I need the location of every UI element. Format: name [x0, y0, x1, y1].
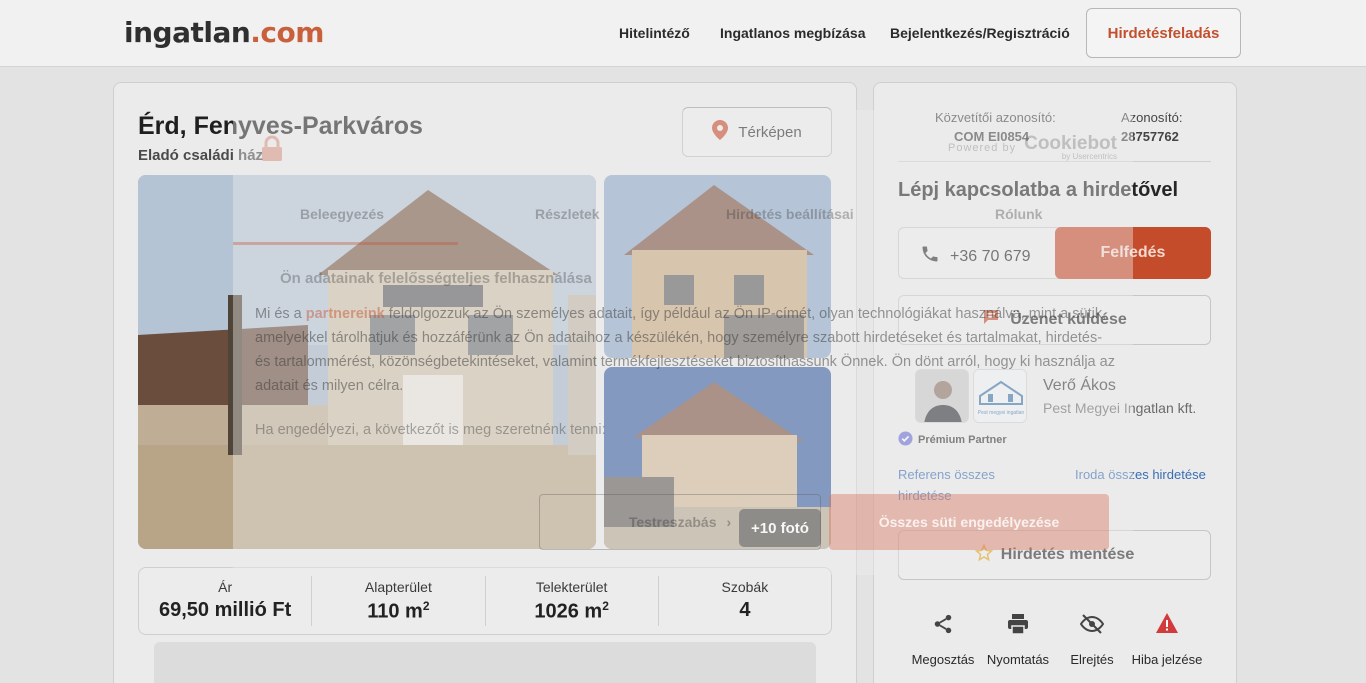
stat-label: Alapterület	[364, 579, 432, 595]
stat-rooms: Szobák 4	[659, 576, 831, 626]
tab-consent[interactable]: Beleegyezés	[300, 206, 384, 222]
cookie-lock-icon	[260, 135, 284, 166]
stat-value: 69,50 millió Ft	[158, 599, 292, 621]
customize-label: Testreszabás	[628, 514, 717, 530]
logo-text: ingatlan	[124, 16, 251, 49]
listing-bottom-placeholder	[154, 642, 816, 683]
stat-label: Szobák	[721, 579, 769, 595]
cookiebot-branding: Powered by Cookiebot by Usercentrics	[948, 134, 1117, 161]
stat-plot-area: Telekterület 1026 m2	[486, 576, 659, 626]
stat-floor-area: Alapterület 110 m2	[312, 576, 486, 626]
stat-label: Ár	[218, 579, 233, 595]
cookiebot-sub: by Usercentrics	[1061, 152, 1117, 161]
report-label: Hiba jelzése	[1131, 652, 1203, 667]
accept-all-cookies-button[interactable]: Összes süti engedélyezése	[829, 494, 1109, 550]
share-icon	[903, 612, 983, 638]
chevron-right-icon: ›	[726, 514, 732, 530]
customize-button[interactable]: Testreszabás ›	[539, 494, 821, 550]
tab-ad-settings[interactable]: Hirdetés beállításai	[726, 206, 854, 222]
cookiebot-logo: Cookiebot	[1024, 133, 1117, 154]
print-label: Nyomtatás	[986, 652, 1050, 667]
report-action[interactable]: Hiba jelzése	[1127, 612, 1207, 667]
stat-label: Telekterület	[535, 579, 608, 595]
share-label: Megosztás	[911, 652, 975, 667]
logo-domain: .com	[250, 16, 324, 49]
tab-about[interactable]: Rólunk	[995, 206, 1042, 222]
eye-off-icon	[1052, 612, 1132, 638]
hide-action[interactable]: Elrejtés	[1052, 612, 1132, 667]
stat-value: 110 m2	[367, 599, 430, 623]
powered-by-text: Powered by	[948, 141, 1017, 154]
nav-ingatlanos-megbizasa[interactable]: Ingatlanos megbízása	[720, 25, 865, 41]
print-icon	[978, 612, 1058, 638]
stat-value: 4	[739, 599, 751, 621]
cookie-second-line: Ha engedélyezi, a következőt is meg szer…	[255, 422, 606, 438]
share-action[interactable]: Megosztás	[903, 612, 983, 667]
nav-hitelintezo[interactable]: Hitelintéző	[619, 25, 690, 41]
partners-link[interactable]: partnereink	[306, 306, 385, 322]
cookie-heading: Ön adatainak felelősségteljes felhasznál…	[280, 270, 592, 287]
nav-login-register[interactable]: Bejelentkezés/Regisztráció	[890, 25, 1070, 41]
print-action[interactable]: Nyomtatás	[978, 612, 1058, 667]
tab-details[interactable]: Részletek	[535, 206, 600, 222]
post-ad-button[interactable]: Hirdetésfeladás	[1086, 8, 1241, 58]
stat-price: Ár 69,50 millió Ft	[139, 576, 313, 626]
active-tab-indicator	[233, 242, 458, 245]
site-header: ingatlan.com Hitelintéző Ingatlanos megb…	[0, 0, 1366, 67]
cookie-body: Mi és a partnereink feldolgozzuk az Ön s…	[255, 306, 1115, 394]
hide-label: Elrejtés	[1070, 652, 1114, 667]
key-stats: Ár 69,50 millió Ft Alapterület 110 m2 Te…	[138, 567, 832, 635]
site-logo[interactable]: ingatlan.com	[124, 16, 324, 49]
warning-icon	[1127, 612, 1207, 638]
stat-value: 1026 m2	[534, 599, 609, 623]
